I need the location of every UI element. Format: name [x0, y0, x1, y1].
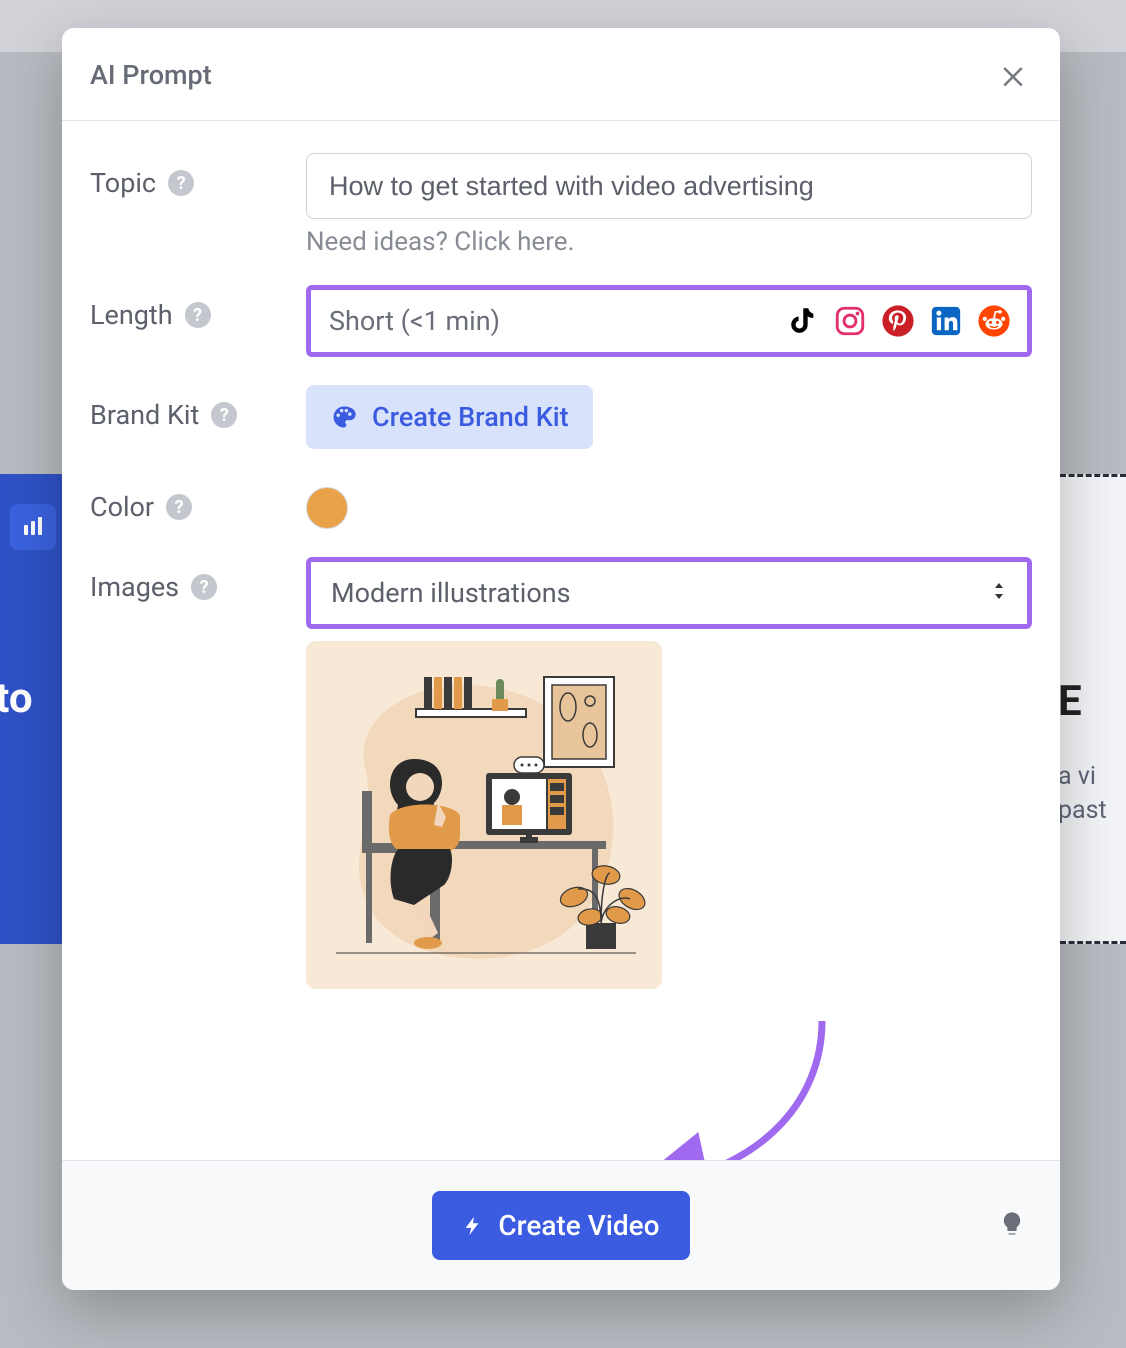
lightbulb-icon: [998, 1210, 1026, 1238]
tiktok-icon: [785, 304, 819, 338]
images-value: Modern illustrations: [331, 577, 571, 609]
help-icon[interactable]: ?: [166, 494, 192, 520]
modal-body: Topic ? Need ideas? Click here. Length ?…: [62, 121, 1060, 1160]
length-select[interactable]: Short (<1 min): [306, 285, 1032, 357]
create-brand-kit-button[interactable]: Create Brand Kit: [306, 385, 593, 449]
topic-ideas-link[interactable]: Need ideas? Click here.: [306, 227, 1032, 257]
close-icon: [998, 60, 1028, 90]
images-preview: [306, 641, 662, 989]
label-brand-kit: Brand Kit: [90, 399, 199, 431]
instagram-icon: [833, 304, 867, 338]
annotation-arrow: [622, 1011, 882, 1160]
label-topic: Topic: [90, 167, 156, 199]
footer-hint-button[interactable]: [998, 1210, 1026, 1242]
create-video-label: Create Video: [498, 1209, 659, 1242]
background-right-card: E a vi past: [1060, 474, 1126, 944]
modal-title: AI Prompt: [90, 59, 212, 91]
row-color: Color ?: [90, 477, 1032, 529]
background-left-desc: s a v we: [0, 759, 66, 827]
pinterest-icon: [881, 304, 915, 338]
lightning-icon: [462, 1212, 484, 1240]
row-length: Length ? Short (<1 min): [90, 285, 1032, 357]
help-icon[interactable]: ?: [191, 574, 217, 600]
label-images: Images: [90, 571, 179, 603]
create-brand-kit-label: Create Brand Kit: [372, 401, 569, 433]
help-icon[interactable]: ?: [168, 170, 194, 196]
linkedin-icon: [929, 304, 963, 338]
row-topic: Topic ? Need ideas? Click here.: [90, 153, 1032, 257]
help-icon[interactable]: ?: [185, 302, 211, 328]
select-caret-icon: [991, 581, 1007, 605]
close-button[interactable]: [994, 56, 1032, 94]
background-left-card: L to s a v we: [0, 474, 66, 944]
modal-footer: Create Video: [62, 1160, 1060, 1290]
help-icon[interactable]: ?: [211, 402, 237, 428]
label-color: Color: [90, 491, 154, 523]
reddit-icon: [977, 304, 1011, 338]
color-swatch[interactable]: [306, 487, 348, 529]
background-right-desc: a vi past: [1060, 760, 1126, 828]
row-images: Images ? Modern illustrations: [90, 557, 1032, 989]
create-video-button[interactable]: Create Video: [432, 1191, 689, 1260]
label-length: Length: [90, 299, 173, 331]
topic-input[interactable]: [306, 153, 1032, 219]
ai-prompt-modal: AI Prompt Topic ? Need ideas? Click here…: [62, 28, 1060, 1290]
row-brand-kit: Brand Kit ? Create Brand Kit: [90, 385, 1032, 449]
background-right-title: E: [1060, 677, 1126, 726]
palette-icon: [330, 403, 358, 431]
length-value: Short (<1 min): [329, 305, 500, 337]
background-left-icon: [10, 504, 56, 550]
modal-header: AI Prompt: [62, 28, 1060, 121]
background-left-title: L to: [0, 674, 66, 723]
images-select[interactable]: Modern illustrations: [306, 557, 1032, 629]
length-social-icons: [785, 304, 1011, 338]
